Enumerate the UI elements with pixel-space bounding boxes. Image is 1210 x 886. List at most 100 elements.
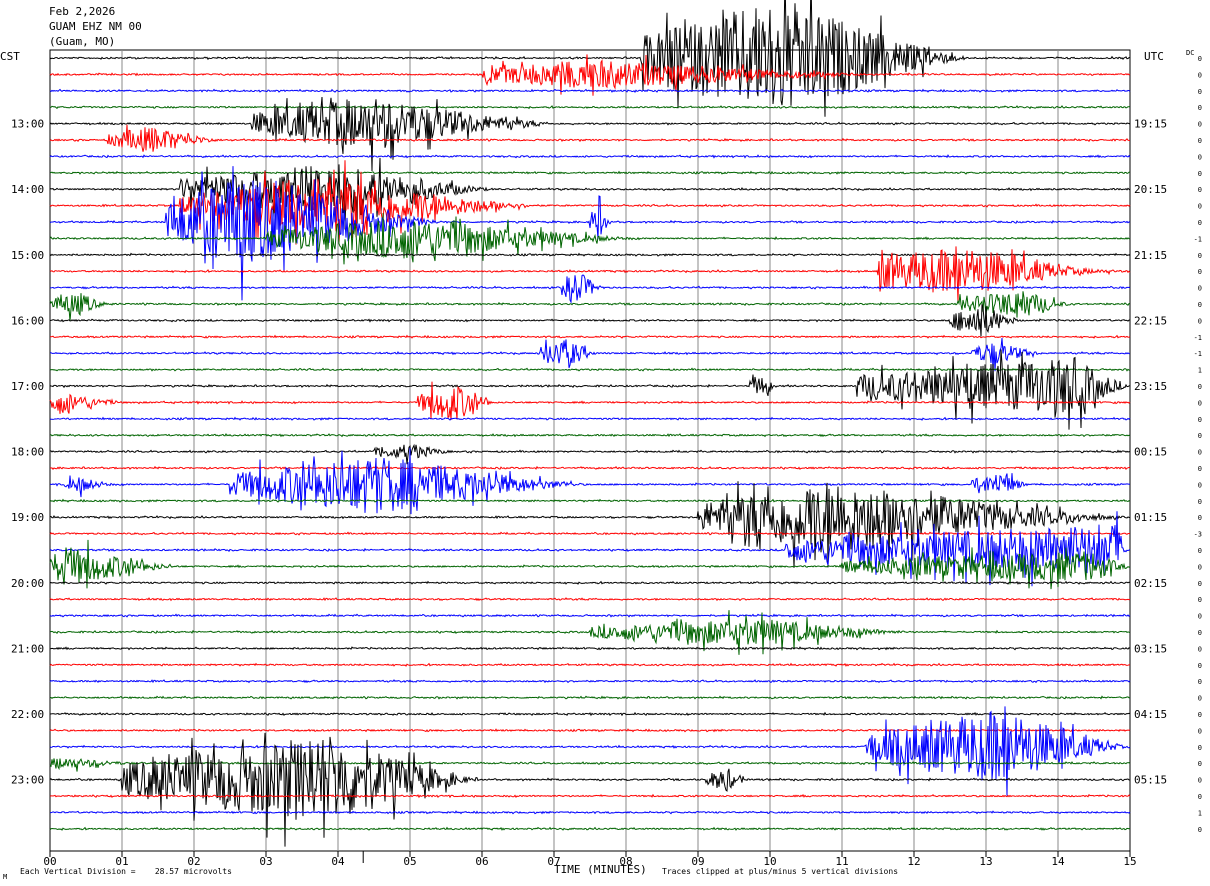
seismic-trace xyxy=(49,481,1131,568)
cst-hour-label: 14:00 xyxy=(11,183,44,196)
seismic-trace xyxy=(50,432,1131,438)
seismic-trace xyxy=(49,274,1131,305)
seismic-trace xyxy=(50,465,1131,471)
seismic-trace xyxy=(49,679,1131,684)
utc-hour-label: 19:15 xyxy=(1134,118,1167,131)
cst-hour-label: 21:00 xyxy=(11,642,44,655)
seismic-trace xyxy=(50,170,1131,175)
right-timezone-label: UTC xyxy=(1144,50,1164,63)
x-tick-label: 04 xyxy=(331,855,345,868)
corner-mark: M xyxy=(3,873,8,881)
dc-offset-value: 0 xyxy=(1198,777,1202,785)
dc-offset-value: 0 xyxy=(1198,449,1202,457)
dc-offset-value: 0 xyxy=(1198,203,1202,211)
dc-offset-value: -3 xyxy=(1194,531,1202,539)
dc-offset-value: 0 xyxy=(1198,695,1202,703)
dc-offset-value: 0 xyxy=(1198,219,1202,227)
clip-note: Traces clipped at plus/minus 5 vertical … xyxy=(662,867,899,876)
seismic-trace xyxy=(49,54,1131,96)
utc-hour-label: 00:15 xyxy=(1134,446,1167,459)
x-tick-label: 12 xyxy=(907,855,920,868)
dc-offset-value: 0 xyxy=(1198,153,1202,161)
dc-offset-value: 0 xyxy=(1198,137,1202,145)
date-label: Feb 2,2026 xyxy=(49,5,116,18)
seismic-trace xyxy=(49,154,1131,159)
dc-offset-value: 0 xyxy=(1198,252,1202,260)
cst-hour-label: 17:00 xyxy=(11,380,44,393)
dc-offset-value: 0 xyxy=(1198,547,1202,555)
utc-hour-label: 22:15 xyxy=(1134,314,1167,327)
seismic-trace xyxy=(49,416,1131,421)
x-tick-label: 05 xyxy=(403,855,416,868)
dc-offset-value: 0 xyxy=(1198,268,1202,276)
utc-hour-label: 04:15 xyxy=(1134,708,1167,721)
seismic-trace xyxy=(50,695,1131,700)
seismic-trace xyxy=(50,334,1131,339)
seismic-trace xyxy=(49,88,1131,94)
seismic-trace xyxy=(49,728,1131,733)
dc-offset-value: 0 xyxy=(1198,514,1202,522)
dc-offset-value: 0 xyxy=(1198,793,1202,801)
dc-offset-value: 0 xyxy=(1198,563,1202,571)
seismic-trace xyxy=(49,711,1131,717)
seismic-trace xyxy=(49,826,1131,831)
seismic-trace xyxy=(49,580,1131,585)
dc-offset-value: 0 xyxy=(1198,383,1202,391)
seismic-trace xyxy=(49,349,1131,430)
cst-hour-label: 23:00 xyxy=(11,774,44,787)
cst-hour-label: 20:00 xyxy=(11,577,44,590)
dc-label: DC xyxy=(1186,49,1195,57)
seismic-trace xyxy=(49,96,1131,172)
dc-offset-value: 0 xyxy=(1198,678,1202,686)
x-tick-label: 03 xyxy=(259,855,272,868)
seismic-trace xyxy=(49,291,1131,322)
seismic-trace xyxy=(49,252,1131,257)
dc-offset-value: 0 xyxy=(1198,727,1202,735)
cst-hour-label: 22:00 xyxy=(11,708,44,721)
dc-offset-value: 0 xyxy=(1198,301,1202,309)
dc-offset-value: 0 xyxy=(1198,399,1202,407)
utc-hour-label: 02:15 xyxy=(1134,577,1167,590)
seismic-trace xyxy=(49,539,1131,590)
seismic-trace xyxy=(49,613,1131,618)
seismogram-plot: 00 01 02 03 04 05 06 07 08 09 10 11 12 13 14 1500000000… xyxy=(11,0,1202,868)
dc-offset-value: 0 xyxy=(1198,711,1202,719)
cst-hour-label: 13:00 xyxy=(11,118,44,131)
left-timezone-label: CST xyxy=(0,50,20,63)
dc-offset-value: 0 xyxy=(1198,826,1202,834)
dc-offset-value: 0 xyxy=(1198,121,1202,129)
seismic-trace xyxy=(49,304,1131,337)
utc-hour-label: 21:15 xyxy=(1134,249,1167,262)
seismic-trace xyxy=(49,597,1131,602)
cst-hour-label: 18:00 xyxy=(11,446,44,459)
utc-hour-label: 05:15 xyxy=(1134,774,1167,787)
cst-hour-label: 15:00 xyxy=(11,249,44,262)
cst-hour-label: 16:00 xyxy=(11,314,44,327)
dc-offset-value: 0 xyxy=(1198,88,1202,96)
x-tick-label: 13 xyxy=(979,855,992,868)
dc-offset-value: 0 xyxy=(1198,613,1202,621)
dc-offset-value: -1 xyxy=(1194,350,1202,358)
seismic-trace xyxy=(49,511,1131,587)
cst-hour-label: 19:00 xyxy=(11,511,44,524)
seismic-trace xyxy=(50,337,1131,372)
dc-offset-value: 0 xyxy=(1198,71,1202,79)
dc-offset-value: 0 xyxy=(1198,465,1202,473)
dc-offset-value: 0 xyxy=(1198,416,1202,424)
station-label: GUAM EHZ NM 00 xyxy=(49,20,142,33)
dc-offset-value: 0 xyxy=(1198,186,1202,194)
seismic-trace xyxy=(49,498,1131,503)
utc-hour-label: 01:15 xyxy=(1134,511,1167,524)
x-axis-title: TIME (MINUTES) xyxy=(554,863,647,876)
seismic-trace xyxy=(49,104,1131,110)
dc-offset-value: 1 xyxy=(1198,809,1202,817)
dc-offset-value: 0 xyxy=(1198,596,1202,604)
dc-offset-value: 0 xyxy=(1198,629,1202,637)
utc-hour-label: 20:15 xyxy=(1134,183,1167,196)
x-tick-label: 15 xyxy=(1123,855,1136,868)
scale-note: Each Vertical Division = 28.57 microvolt… xyxy=(20,867,232,876)
dc-offset-value: 0 xyxy=(1198,104,1202,112)
dc-offset-value: 0 xyxy=(1198,498,1202,506)
seismic-trace xyxy=(49,706,1131,796)
dc-offset-value: 0 xyxy=(1198,285,1202,293)
